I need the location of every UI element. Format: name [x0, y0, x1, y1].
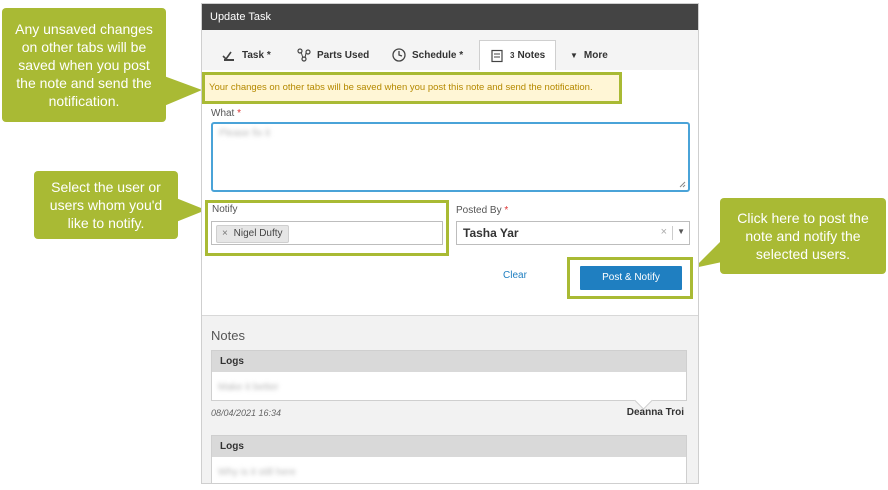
task-check-icon	[222, 51, 234, 61]
tab-parts-used-label: Parts Used	[317, 49, 370, 61]
dialog-title: Update Task	[202, 4, 698, 30]
tab-bar: Task * Parts Used Schedule * 3 Notes ▼ M…	[202, 30, 698, 70]
post-notify-button[interactable]: Post & Notify	[580, 266, 682, 290]
callout-notify: Select the user or users whom you'd like…	[34, 171, 178, 239]
notify-field-highlight: Notify × Nigel Dufty	[205, 200, 449, 256]
note-date: 08/04/2021 16:34	[211, 408, 282, 418]
tab-more[interactable]: ▼ More	[570, 40, 608, 70]
callout-unsaved-changes-text: Any unsaved changes on other tabs will b…	[15, 21, 153, 109]
triangle-down-icon: ▼	[570, 50, 578, 60]
callout-unsaved-changes: Any unsaved changes on other tabs will b…	[2, 8, 166, 122]
tab-more-label: More	[583, 49, 608, 61]
parts-icon	[297, 48, 311, 62]
notify-user-name: Nigel Dufty	[233, 228, 283, 239]
what-textarea[interactable]: Please fix it	[211, 122, 690, 192]
callout-post-notify-text: Click here to post the note and notify t…	[737, 210, 869, 262]
note-entry: Logs Why is it still here	[211, 435, 687, 483]
required-mark: *	[504, 205, 509, 216]
tab-task-label: Task *	[242, 49, 271, 61]
callout-notify-text: Select the user or users whom you'd like…	[49, 179, 163, 231]
note-header: Logs	[212, 351, 686, 372]
section-divider	[202, 315, 698, 316]
note-entry: Logs Make it better	[211, 350, 687, 410]
tab-parts-used[interactable]: Parts Used	[297, 40, 369, 70]
note-text: Make it better	[218, 382, 279, 393]
select-separator	[672, 226, 673, 240]
posted-by-value: Tasha Yar	[463, 226, 519, 240]
notify-user-chip[interactable]: × Nigel Dufty	[216, 225, 289, 243]
resize-handle-icon[interactable]	[679, 181, 686, 188]
note-text: Why is it still here	[218, 467, 296, 478]
notes-icon	[491, 49, 503, 62]
update-task-dialog: Update Task Task * Parts Used Schedule *…	[201, 3, 699, 484]
posted-by-select[interactable]: Tasha Yar × ▼	[456, 221, 690, 245]
clock-icon	[392, 48, 406, 62]
notes-count-badge: 3	[510, 51, 515, 60]
tab-schedule[interactable]: Schedule *	[392, 40, 463, 70]
callout-post-notify: Click here to post the note and notify t…	[720, 198, 886, 274]
callout-unsaved-pointer	[164, 76, 202, 106]
what-text: Please fix it	[219, 128, 271, 139]
remove-chip-icon[interactable]: ×	[222, 228, 228, 239]
tab-task[interactable]: Task *	[222, 40, 271, 70]
notify-input[interactable]: × Nigel Dufty	[211, 221, 443, 245]
note-header: Logs	[212, 436, 686, 457]
note-body: Why is it still here	[212, 457, 686, 483]
tab-notes-label: Notes	[517, 50, 546, 61]
notify-label: Notify	[212, 204, 238, 215]
post-button-highlight: Post & Notify	[567, 257, 693, 299]
notes-title: Notes	[211, 328, 245, 343]
posted-by-label: Posted By *	[456, 205, 509, 216]
tab-schedule-label: Schedule *	[412, 49, 464, 61]
tab-notes[interactable]: 3 Notes	[479, 40, 557, 70]
required-mark: *	[237, 108, 242, 119]
clear-selection-icon[interactable]: ×	[661, 226, 667, 238]
unsaved-changes-banner: Your changes on other tabs will be saved…	[202, 72, 622, 104]
clear-link[interactable]: Clear	[503, 270, 527, 281]
note-author: Deanna Troi	[626, 407, 684, 418]
what-label: What *	[211, 108, 242, 119]
note-body: Make it better	[212, 372, 686, 410]
dropdown-arrow-icon[interactable]: ▼	[677, 227, 685, 236]
